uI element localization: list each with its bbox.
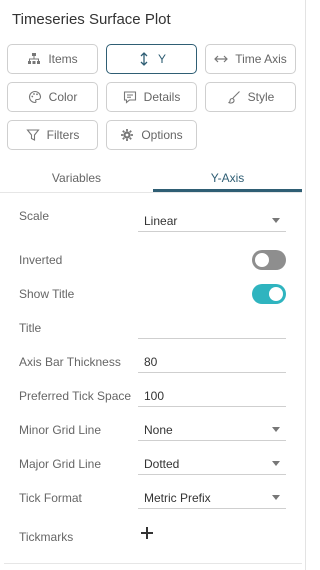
filters-button-label: Filters (46, 128, 80, 142)
scale-label: Scale (19, 209, 50, 223)
axis-bar-thickness-value: 80 (144, 354, 158, 369)
inverted-toggle[interactable] (252, 250, 286, 270)
axis-bar-thickness-label: Axis Bar Thickness (19, 355, 121, 369)
comment-icon (123, 90, 137, 104)
minor-grid-line-select[interactable]: None (138, 419, 286, 441)
hierarchy-icon (27, 52, 41, 66)
details-button-label: Details (143, 90, 181, 104)
color-button[interactable]: Color (7, 82, 98, 112)
time-axis-button-label: Time Axis (235, 52, 287, 66)
toggle-knob (255, 253, 269, 267)
chevron-down-icon (272, 461, 280, 466)
scale-value: Linear (144, 213, 178, 228)
preferred-tick-space-input[interactable]: 100 (138, 385, 286, 407)
items-button-label: Items (48, 52, 78, 66)
y-button-label: Y (157, 52, 166, 66)
tab-variables[interactable]: Variables (0, 163, 153, 193)
major-grid-line-label: Major Grid Line (19, 457, 102, 471)
options-button[interactable]: Options (106, 120, 197, 150)
active-tab-indicator (153, 189, 302, 192)
options-button-label: Options (141, 128, 183, 142)
vertical-arrows-icon (137, 52, 151, 66)
style-button[interactable]: Style (205, 82, 296, 112)
preferred-tick-space-label: Preferred Tick Space (19, 389, 132, 403)
chevron-down-icon (272, 427, 280, 432)
tick-format-select[interactable]: Metric Prefix (138, 487, 286, 509)
minor-grid-line-value: None (144, 422, 173, 437)
tick-format-value: Metric Prefix (144, 490, 211, 505)
time-axis-button[interactable]: Time Axis (205, 44, 296, 74)
scale-select[interactable]: Linear (138, 210, 286, 232)
tickmarks-label: Tickmarks (19, 530, 74, 544)
panel-title: Timeseries Surface Plot (12, 11, 171, 28)
settings-panel: Timeseries Surface Plot Items Y Time Axi… (0, 0, 306, 570)
horizontal-arrows-icon (214, 52, 229, 66)
chevron-down-icon (272, 495, 280, 500)
show-title-label: Show Title (19, 287, 75, 301)
filters-button[interactable]: Filters (7, 120, 98, 150)
preferred-tick-space-value: 100 (144, 388, 165, 403)
title-label: Title (19, 321, 42, 335)
axis-bar-thickness-input[interactable]: 80 (138, 351, 286, 373)
chevron-down-icon (272, 218, 280, 223)
title-input[interactable] (138, 317, 286, 339)
y-button[interactable]: Y (106, 44, 197, 74)
funnel-icon (26, 128, 40, 142)
tick-format-label: Tick Format (19, 491, 82, 505)
brush-icon (227, 90, 241, 104)
color-button-label: Color (48, 90, 78, 104)
minor-grid-line-label: Minor Grid Line (19, 423, 102, 437)
toggle-knob (269, 287, 283, 301)
inverted-label: Inverted (19, 253, 63, 267)
show-title-toggle[interactable] (252, 284, 286, 304)
add-tickmark-icon[interactable] (140, 526, 154, 540)
gear-icon (120, 128, 134, 142)
major-grid-line-value: Dotted (144, 456, 180, 471)
major-grid-line-select[interactable]: Dotted (138, 453, 286, 475)
palette-icon (28, 90, 42, 104)
divider (4, 563, 302, 564)
style-button-label: Style (247, 90, 275, 104)
items-button[interactable]: Items (7, 44, 98, 74)
details-button[interactable]: Details (106, 82, 197, 112)
